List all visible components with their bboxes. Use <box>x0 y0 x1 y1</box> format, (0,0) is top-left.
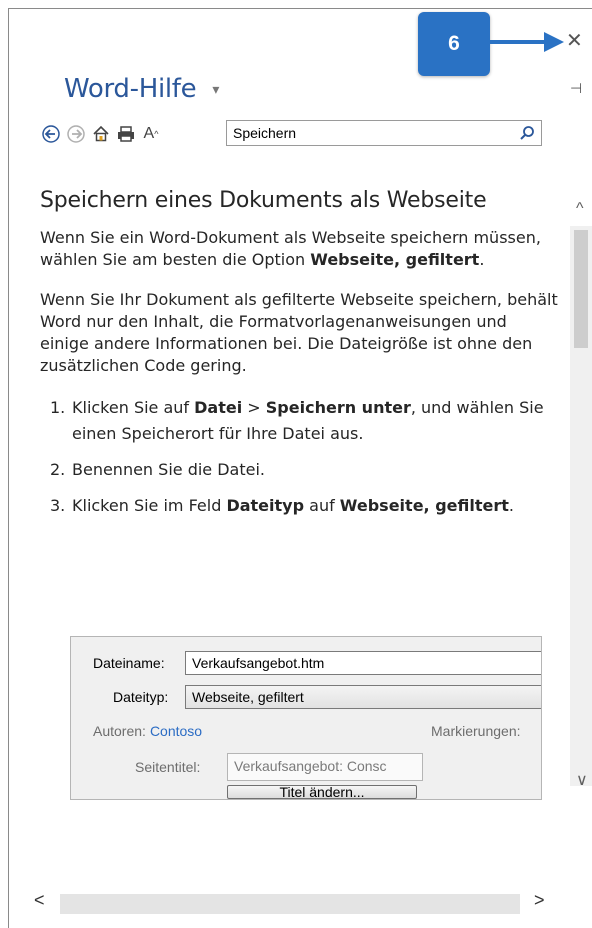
step-number: 1. <box>50 398 66 417</box>
page-title-label: Seitentitel: <box>135 759 201 775</box>
close-icon[interactable]: ✕ <box>566 28 583 53</box>
tags-row: Markierungen: <box>431 723 521 739</box>
callout-arrow-icon <box>488 32 564 52</box>
search-icon[interactable] <box>519 125 535 141</box>
step-text: Benennen Sie die Datei. <box>72 460 265 479</box>
step-text: auf <box>304 496 340 515</box>
step-text: Klicken Sie im Feld <box>72 496 227 515</box>
page-title-field: Verkaufsangebot: Consc <box>227 753 423 781</box>
step-text: > <box>242 398 266 417</box>
change-title-button: Titel ändern... <box>227 784 417 799</box>
authors-label: Autoren: <box>93 723 146 739</box>
save-as-dialog-illustration: Dateiname: Verkaufsangebot.htm Dateityp:… <box>70 636 542 800</box>
horizontal-scroll-thumb[interactable] <box>60 894 520 914</box>
step-number: 3. <box>50 496 66 515</box>
font-size-glyph: A <box>143 125 155 142</box>
chevron-down-icon: ▾ <box>212 81 220 98</box>
search-box <box>226 120 542 146</box>
filename-field: Verkaufsangebot.htm <box>185 651 541 675</box>
help-toolbar: A ^ <box>40 120 165 148</box>
help-title[interactable]: Word-Hilfe ▾ <box>64 74 219 104</box>
back-arrow-icon[interactable] <box>40 123 62 145</box>
filename-label: Dateiname: <box>93 655 165 671</box>
step-callout-badge: 6 <box>418 12 490 76</box>
step-item: 3. Klicken Sie im Feld Dateityp auf Webs… <box>40 493 560 519</box>
search-input[interactable] <box>227 121 507 145</box>
step-bold: Speichern unter <box>265 398 411 417</box>
step-bold: Webseite, gefiltert <box>339 496 509 515</box>
page-title-row: Seitentitel: Verkaufsangebot: Consc <box>135 753 423 781</box>
step-text: . <box>508 496 514 515</box>
filetype-value: Webseite, gefiltert <box>192 689 304 705</box>
forward-arrow-icon[interactable] <box>65 123 87 145</box>
help-title-text: Word-Hilfe <box>64 74 197 104</box>
step-bold: Dateityp <box>226 496 305 515</box>
step-item: 1. Klicken Sie auf Datei > Speichern unt… <box>40 395 560 447</box>
step-item: 2. Benennen Sie die Datei. <box>40 457 560 483</box>
scroll-down-icon[interactable]: ∨ <box>576 770 588 790</box>
authors-value: Contoso <box>149 723 203 739</box>
filename-row: Dateiname: Verkaufsangebot.htm <box>93 651 541 675</box>
tags-label: Markierungen: <box>431 723 521 739</box>
filetype-row: Dateityp: Webseite, gefiltert <box>113 685 541 709</box>
step-text: Klicken Sie auf <box>72 398 195 417</box>
step-number: 2. <box>50 460 66 479</box>
article-paragraph: Wenn Sie Ihr Dokument als gefilterte Web… <box>40 290 558 375</box>
print-icon[interactable] <box>115 123 137 145</box>
authors-row: Autoren: Contoso <box>93 723 202 739</box>
step-bold: Datei <box>194 398 243 417</box>
intro-bold: Webseite, gefiltert <box>310 250 480 269</box>
pin-icon[interactable]: ⊣ <box>570 80 582 97</box>
article-intro: Wenn Sie ein Word-Dokument als Webseite … <box>40 227 560 271</box>
filetype-select: Webseite, gefiltert <box>185 685 541 709</box>
callout-number: 6 <box>448 32 460 55</box>
help-article: Speichern eines Dokuments als Webseite W… <box>40 188 560 529</box>
intro-end: . <box>479 250 485 269</box>
scroll-left-icon[interactable]: < <box>34 890 45 911</box>
font-size-icon[interactable]: A ^ <box>140 123 162 145</box>
filename-value: Verkaufsangebot.htm <box>192 655 325 671</box>
scroll-up-icon[interactable]: ^ <box>576 200 584 218</box>
scroll-right-icon[interactable]: > <box>534 890 545 911</box>
filetype-label: Dateityp: <box>113 689 169 705</box>
vertical-scroll-thumb[interactable] <box>574 230 588 348</box>
article-title: Speichern eines Dokuments als Webseite <box>40 188 487 213</box>
home-icon[interactable] <box>90 123 112 145</box>
steps-list: 1. Klicken Sie auf Datei > Speichern unt… <box>40 395 560 519</box>
